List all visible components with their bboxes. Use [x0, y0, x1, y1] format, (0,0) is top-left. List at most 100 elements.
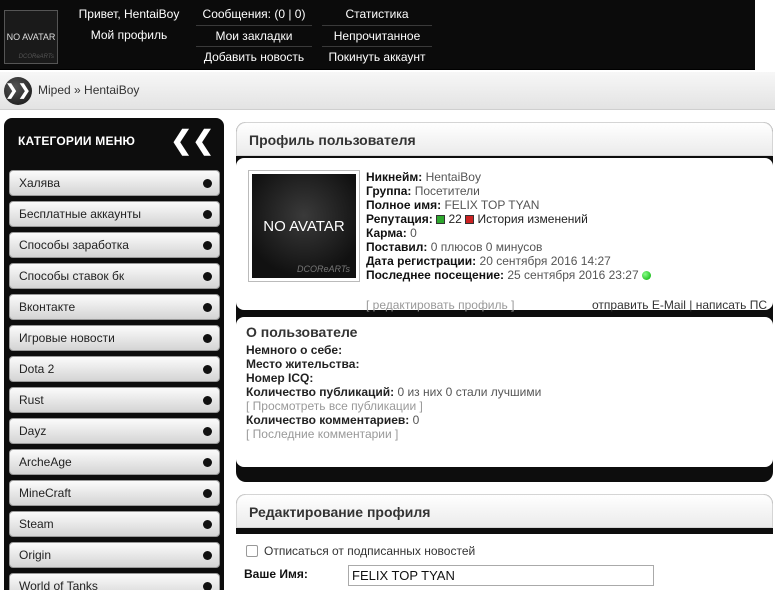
- add-news-link[interactable]: Добавить новость: [196, 46, 312, 67]
- all-publications-link[interactable]: [ Просмотреть все публикации ]: [246, 399, 423, 413]
- voted-label: Поставил:: [366, 240, 428, 254]
- top-bar: NO AVATAR DCOReARTs Привет, HentaiBoy Мо…: [0, 0, 775, 70]
- last-comments-link[interactable]: [ Последние комментарии ]: [246, 427, 398, 441]
- sidebar-item-label: Rust: [19, 393, 44, 407]
- messages-link[interactable]: Сообщения: (0 | 0): [196, 4, 312, 25]
- reputation-plus-icon[interactable]: [436, 215, 446, 224]
- name-input[interactable]: [348, 565, 654, 586]
- unread-link[interactable]: Непрочитанное: [322, 25, 432, 46]
- my-profile-link[interactable]: Мой профиль: [74, 25, 184, 46]
- statistics-link[interactable]: Статистика: [322, 4, 432, 25]
- edit-profile-panel: Редактирование профиля Отписаться от под…: [236, 494, 773, 590]
- about-title: О пользователе: [246, 324, 358, 340]
- bullet-icon: [203, 272, 212, 281]
- bullet-icon: [203, 458, 212, 467]
- group-value: Посетители: [414, 184, 480, 198]
- sidebar-item-label: Способы ставок бк: [19, 269, 125, 283]
- edit-profile-link[interactable]: [ редактировать профиль ]: [366, 298, 514, 312]
- sidebar-item-label: Вконтакте: [19, 300, 76, 314]
- sidebar-item[interactable]: ArcheAge: [9, 449, 220, 475]
- online-status-icon: [642, 271, 651, 280]
- name-label: Ваше Имя:: [244, 567, 308, 581]
- profile-summary: NO AVATAR DCOReARTs Никнейм: HentaiBoy Г…: [236, 158, 773, 312]
- profile-info: Никнейм: HentaiBoy Группа: Посетители По…: [366, 170, 651, 282]
- voted-value: 0 плюсов 0 минусов: [430, 240, 543, 254]
- bullet-icon: [203, 303, 212, 312]
- bullet-icon: [203, 210, 212, 219]
- karma-value: 0: [410, 226, 417, 240]
- sidebar-item[interactable]: Игровые новости: [9, 325, 220, 351]
- icq-label: Номер ICQ:: [246, 371, 314, 385]
- reputation-minus-icon[interactable]: [465, 215, 475, 224]
- greeting-link[interactable]: Привет, HentaiBoy: [74, 4, 184, 25]
- last-visit-label: Последнее посещение:: [366, 268, 505, 282]
- logout-link[interactable]: Покинуть аккаунт: [322, 46, 432, 67]
- reputation-history-link[interactable]: История изменений: [477, 212, 587, 226]
- breadcrumb: Miped » HentaiBoy: [38, 83, 139, 97]
- sidebar-item[interactable]: World of Tanks: [9, 573, 220, 590]
- sidebar-item[interactable]: MineCraft: [9, 480, 220, 506]
- bullet-icon: [203, 365, 212, 374]
- publications-label: Количество публикаций:: [246, 385, 395, 399]
- unsubscribe-checkbox[interactable]: [246, 545, 258, 557]
- sidebar-item[interactable]: Способы ставок бк: [9, 263, 220, 289]
- sidebar-item[interactable]: Dayz: [9, 418, 220, 444]
- collapse-sidebar-icon[interactable]: ❮❮: [170, 127, 214, 153]
- messages-menu-column: Сообщения: (0 | 0) Мои закладки Добавить…: [196, 4, 312, 67]
- edit-form: Отписаться от подписанных новостей Ваше …: [236, 534, 773, 590]
- sidebar-item-label: Dayz: [19, 424, 47, 438]
- sidebar-item-label: Игровые новости: [19, 331, 115, 345]
- bullet-icon: [203, 489, 212, 498]
- avatar-watermark: DCOReARTs: [296, 264, 350, 274]
- city-label: Место жительства:: [246, 357, 360, 371]
- sidebar-item-label: Способы заработка: [19, 238, 129, 252]
- bullet-icon: [203, 582, 212, 590]
- publications-value: 0 из них 0 стали лучшими: [397, 385, 542, 399]
- breadcrumb-separator: »: [70, 83, 85, 97]
- unsubscribe-label: Отписаться от подписанных новостей: [264, 544, 476, 558]
- sidebar-item-label: Бесплатные аккаунты: [19, 207, 141, 221]
- profile-panel-header: Профиль пользователя: [236, 122, 773, 156]
- registration-label: Дата регистрации:: [366, 254, 477, 268]
- nick-label: Никнейм:: [366, 170, 423, 184]
- avatar-image: NO AVATAR DCOReARTs: [252, 174, 356, 278]
- last-visit-value: 25 сентября 2016 23:27: [507, 268, 639, 282]
- profile-panel: Профиль пользователя NO AVATAR DCOReARTs…: [236, 122, 773, 482]
- bullet-icon: [203, 551, 212, 560]
- bullet-icon: [203, 520, 212, 529]
- unsubscribe-option[interactable]: Отписаться от подписанных новостей: [246, 544, 475, 558]
- sidebar-item-label: ArcheAge: [19, 455, 72, 469]
- sidebar-item[interactable]: Dota 2: [9, 356, 220, 382]
- breadcrumb-current: HentaiBoy: [84, 83, 140, 97]
- reputation-label: Репутация:: [366, 212, 433, 226]
- send-pm-link[interactable]: написать ПС: [696, 298, 767, 312]
- sidebar-title: КАТЕГОРИИ МЕНЮ: [18, 134, 136, 148]
- bullet-icon: [203, 241, 212, 250]
- sidebar-item[interactable]: Origin: [9, 542, 220, 568]
- sidebar-item-label: Steam: [19, 517, 54, 531]
- breadcrumb-home-link[interactable]: Miped: [38, 83, 71, 97]
- page-title: Профиль пользователя: [249, 132, 416, 148]
- avatar-watermark: DCOReARTs: [18, 54, 54, 60]
- sidebar-item-label: Dota 2: [19, 362, 55, 376]
- fullname-value: FELIX TOP TYAN: [444, 198, 540, 212]
- sidebar-item[interactable]: Rust: [9, 387, 220, 413]
- stats-menu-column: Статистика Непрочитанное Покинуть аккаун…: [322, 4, 432, 67]
- sidebar-item[interactable]: Steam: [9, 511, 220, 537]
- sidebar-item[interactable]: Бесплатные аккаунты: [9, 201, 220, 227]
- about-content: О пользователе Немного о себе: Место жит…: [246, 325, 763, 441]
- send-email-link[interactable]: отправить E-Mail: [592, 298, 686, 312]
- category-sidebar: КАТЕГОРИИ МЕНЮ ❮❮ Халява Бесплатные акка…: [4, 118, 224, 590]
- top-bar-edge: [755, 0, 775, 70]
- sidebar-item[interactable]: Способы заработка: [9, 232, 220, 258]
- bookmarks-link[interactable]: Мои закладки: [196, 25, 312, 46]
- bullet-icon: [203, 427, 212, 436]
- sidebar-item[interactable]: Халява: [9, 170, 220, 196]
- avatar-placeholder-text: NO AVATAR: [263, 217, 345, 235]
- about-self-label: Немного о себе:: [246, 343, 343, 357]
- sidebar-item[interactable]: Вконтакте: [9, 294, 220, 320]
- user-avatar[interactable]: NO AVATAR DCOReARTs: [4, 10, 58, 64]
- karma-label: Карма:: [366, 226, 407, 240]
- registration-value: 20 сентября 2016 14:27: [479, 254, 611, 268]
- double-chevron-right-icon[interactable]: ❯❯: [4, 77, 32, 105]
